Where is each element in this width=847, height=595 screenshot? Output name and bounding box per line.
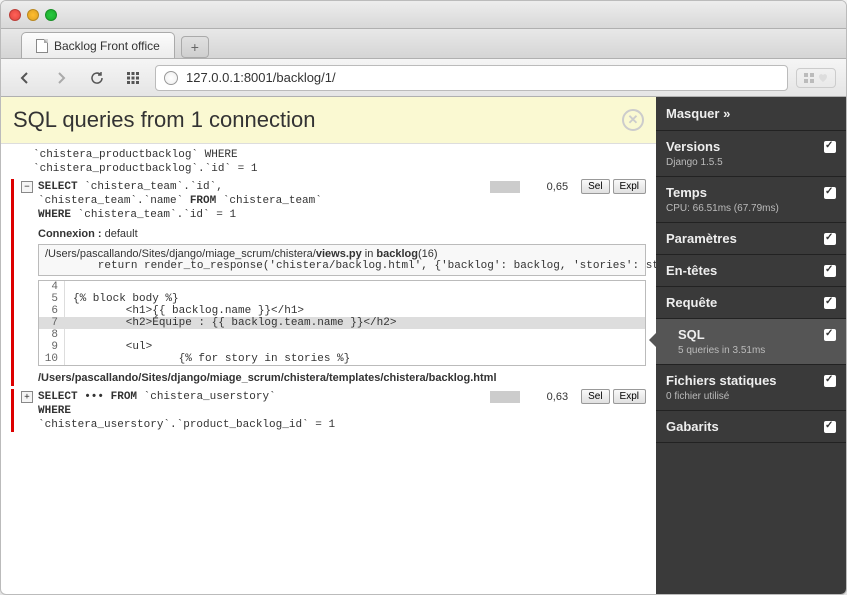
query-row: SELECT `chistera_team`.`id`, 0,65 Sel Ex… [16, 179, 646, 194]
query-fragment: `chistera_productbacklog` WHERE [11, 148, 646, 162]
url-bar[interactable]: 127.0.0.1:8001/backlog/1/ [155, 65, 788, 91]
browser-tab[interactable]: Backlog Front office [21, 32, 175, 58]
extensions-box[interactable] [796, 68, 836, 88]
query-text: `chistera_userstory`.`product_backlog_id… [16, 418, 646, 432]
query-time: 0,63 [528, 391, 568, 403]
window-titlebar [1, 1, 846, 29]
query-text: SELECT ••• FROM `chistera_userstory` [16, 390, 482, 404]
time-bar [490, 391, 520, 403]
panel-sql[interactable]: SQL 5 queries in 3.51ms [656, 319, 846, 365]
browser-window: Backlog Front office + 127.0.0.1:8001/ba… [0, 0, 847, 595]
query-text: SELECT `chistera_team`.`id`, [16, 180, 482, 194]
template-source: 4 5{% block body %} 6 <h1>{{ backlog.nam… [38, 280, 646, 366]
query-text: WHERE `chistera_team`.`id` = 1 [16, 208, 646, 222]
query-block: − SELECT `chistera_team`.`id`, 0,65 Sel … [11, 179, 646, 386]
debug-sidebar: Masquer » Versions Django 1.5.5 Temps CP… [656, 97, 846, 594]
tab-title: Backlog Front office [54, 39, 160, 53]
panel-temps[interactable]: Temps CPU: 66.51ms (67.79ms) [656, 177, 846, 223]
checkbox-icon[interactable] [824, 297, 836, 309]
traceback-frame: /Users/pascallando/Sites/django/miage_sc… [38, 244, 646, 276]
query-block: + SELECT ••• FROM `chistera_userstory` 0… [11, 389, 646, 432]
forward-button[interactable] [47, 66, 75, 90]
panel-requete[interactable]: Requête [656, 287, 846, 319]
sel-button[interactable]: Sel [581, 389, 609, 404]
globe-icon [164, 71, 178, 85]
url-text: 127.0.0.1:8001/backlog/1/ [186, 70, 336, 85]
new-tab-button[interactable]: + [181, 36, 209, 58]
reload-button[interactable] [83, 66, 111, 90]
query-text: WHERE [16, 404, 646, 418]
checkbox-icon[interactable] [824, 375, 836, 387]
checkbox-icon[interactable] [824, 233, 836, 245]
sidebar-hide[interactable]: Masquer » [656, 97, 846, 131]
tab-bar: Backlog Front office + [1, 29, 846, 59]
expl-button[interactable]: Expl [613, 179, 646, 194]
back-button[interactable] [11, 66, 39, 90]
checkbox-icon[interactable] [824, 187, 836, 199]
page-icon [36, 39, 48, 53]
page-content: SQL queries from 1 connection ✕ `chister… [1, 97, 846, 594]
highlighted-line: 7 <h2>Équipe : {{ backlog.team.name }}</… [39, 317, 645, 329]
expl-button[interactable]: Expl [613, 389, 646, 404]
panel-gabarits[interactable]: Gabarits [656, 411, 846, 443]
zoom-icon[interactable] [45, 9, 57, 21]
close-icon[interactable] [9, 9, 21, 21]
template-path: /Users/pascallando/Sites/django/miage_sc… [38, 370, 646, 386]
apps-button[interactable] [119, 66, 147, 90]
connection-label: Connexion : default [38, 228, 646, 240]
sql-panel-title: SQL queries from 1 connection [13, 107, 315, 133]
query-time: 0,65 [528, 181, 568, 193]
checkbox-icon[interactable] [824, 265, 836, 277]
sql-panel-header: SQL queries from 1 connection ✕ [1, 97, 656, 144]
grid-icon [804, 73, 814, 83]
sql-panel: SQL queries from 1 connection ✕ `chister… [1, 97, 656, 594]
query-fragment: `chistera_productbacklog`.`id` = 1 [11, 162, 646, 176]
panel-versions[interactable]: Versions Django 1.5.5 [656, 131, 846, 177]
panel-fichiers[interactable]: Fichiers statiques 0 fichier utilisé [656, 365, 846, 411]
checkbox-icon[interactable] [824, 329, 836, 341]
panel-entetes[interactable]: En-têtes [656, 255, 846, 287]
heart-icon [817, 72, 829, 84]
expand-toggle[interactable]: + [21, 391, 33, 403]
window-controls [9, 9, 57, 21]
panel-parametres[interactable]: Paramètres [656, 223, 846, 255]
minimize-icon[interactable] [27, 9, 39, 21]
active-indicator-icon [649, 333, 656, 347]
close-panel-button[interactable]: ✕ [622, 109, 644, 131]
query-text: `chistera_team`.`name` FROM `chistera_te… [16, 194, 646, 208]
browser-toolbar: 127.0.0.1:8001/backlog/1/ [1, 59, 846, 97]
sel-button[interactable]: Sel [581, 179, 609, 194]
query-row: SELECT ••• FROM `chistera_userstory` 0,6… [16, 389, 646, 404]
collapse-toggle[interactable]: − [21, 181, 33, 193]
sql-panel-body: `chistera_productbacklog` WHERE `chister… [1, 144, 656, 594]
checkbox-icon[interactable] [824, 421, 836, 433]
time-bar [490, 181, 520, 193]
checkbox-icon[interactable] [824, 141, 836, 153]
